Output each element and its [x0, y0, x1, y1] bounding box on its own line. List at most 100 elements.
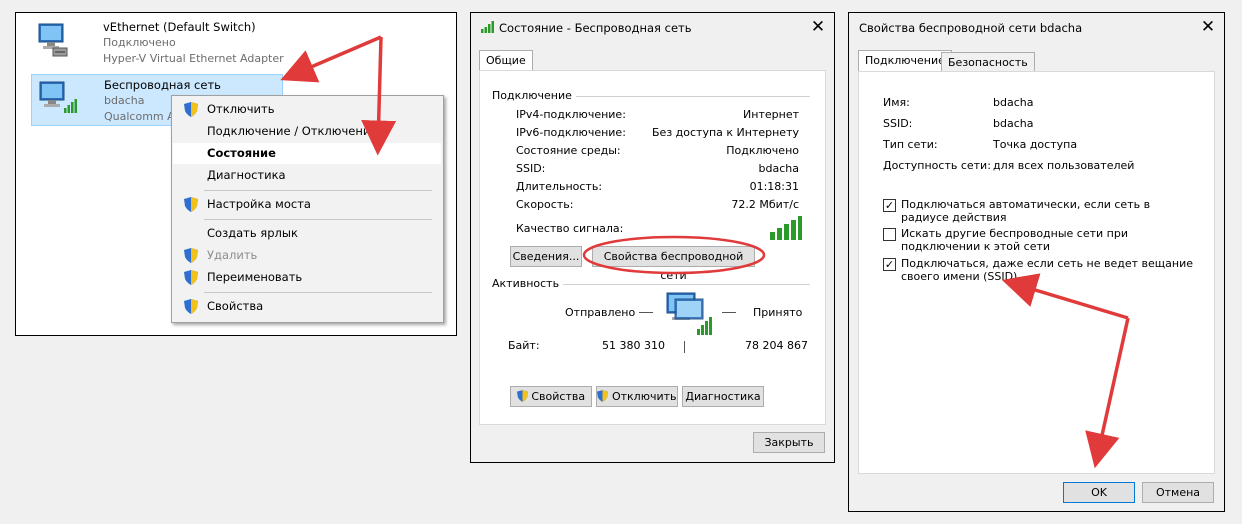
menu-item-delete: Удалить [173, 245, 441, 266]
sent-label: Отправлено [565, 306, 636, 319]
field-value: bdacha [993, 117, 1034, 130]
field-label: Доступность сети: [883, 159, 991, 172]
checkbox-label: Искать другие беспроводные сети при подк… [901, 227, 1128, 253]
uac-shield-icon [184, 197, 198, 212]
uac-shield-icon [516, 390, 528, 402]
cancel-button[interactable]: Отмена [1142, 482, 1214, 503]
field-label: Тип сети: [883, 138, 938, 151]
checkbox-search-other[interactable] [883, 228, 896, 241]
dialog-title-text: Состояние - Беспроводная сеть [499, 21, 692, 35]
menu-item-rename[interactable]: Переименовать [173, 267, 441, 288]
context-menu: Отключить Подключение / Отключение Состо… [171, 95, 444, 323]
row-value: 72.2 Мбит/с [731, 198, 799, 211]
menu-item-create-shortcut[interactable]: Создать ярлык [173, 223, 441, 244]
field-value: bdacha [993, 96, 1034, 109]
row-label: IPv4-подключение: [516, 108, 626, 121]
ok-button[interactable]: OK [1063, 482, 1135, 503]
menu-separator [204, 292, 432, 293]
checkbox-auto-connect[interactable]: ✓ [883, 199, 896, 212]
wireless-properties-dialog: Свойства беспроводной сети bdacha ✕ Подк… [848, 12, 1225, 512]
field-label: Имя: [883, 96, 910, 109]
received-label: Принято [753, 306, 803, 319]
received-line [722, 312, 736, 313]
tab-general[interactable]: Общие [479, 50, 533, 72]
wireless-signal-icon [481, 21, 494, 33]
group-label: Подключение [492, 89, 576, 102]
menu-separator [204, 219, 432, 220]
row-label: Состояние среды: [516, 144, 621, 157]
row-label: IPv6-подключение: [516, 126, 626, 139]
tab-pane: Подключение IPv4-подключение: Интернет I… [479, 70, 826, 425]
disconnect-button[interactable]: Отключить [596, 386, 678, 407]
group-connection: Подключение [492, 89, 810, 102]
menu-item-bridge[interactable]: Настройка моста [173, 194, 441, 215]
uac-shield-icon [597, 390, 609, 402]
menu-item-diagnostics[interactable]: Диагностика [173, 165, 441, 186]
menu-item-label: Отключить [207, 102, 275, 116]
network-activity-icon [666, 292, 712, 335]
menu-item-label: Удалить [207, 248, 258, 262]
menu-item-status[interactable]: Состояние [173, 143, 441, 164]
checkbox-label: Подключаться, даже если сеть не ведет ве… [901, 257, 1193, 283]
connection-status: bdacha [104, 94, 145, 107]
bytes-received: 78 204 867 [745, 339, 808, 352]
menu-item-connect-disconnect[interactable]: Подключение / Отключение [173, 121, 441, 142]
signal-bars-icon [770, 216, 802, 240]
group-label: Активность [492, 277, 564, 290]
uac-shield-icon [184, 248, 198, 263]
wireless-adapter-icon [39, 81, 77, 113]
details-button[interactable]: Сведения... [510, 246, 582, 267]
row-label: SSID: [516, 162, 546, 175]
uac-shield-icon [184, 102, 198, 117]
bytes-label: Байт: [508, 339, 540, 352]
network-adapter-icon [38, 23, 68, 57]
connection-status: Подключено [103, 36, 176, 49]
row-value: Без доступа к Интернету [652, 126, 799, 139]
bytes-sent: 51 380 310 [602, 339, 665, 352]
connection-name: Беспроводная сеть [104, 78, 221, 92]
signal-quality-label: Качество сигнала: [516, 222, 624, 235]
row-value: bdacha [758, 162, 799, 175]
properties-button[interactable]: Свойства [510, 386, 592, 407]
field-value: для всех пользователей [993, 159, 1135, 172]
tab-pane: Имя: bdacha SSID: bdacha Тип сети: Точка… [858, 71, 1215, 474]
row-label: Скорость: [516, 198, 574, 211]
connection-adapter: Hyper-V Virtual Ethernet Adapter [103, 52, 284, 65]
field-label: SSID: [883, 117, 913, 130]
field-value: Точка доступа [993, 138, 1078, 151]
menu-item-label: Свойства [207, 299, 264, 313]
uac-shield-icon [184, 270, 198, 285]
row-value: 01:18:31 [749, 180, 799, 193]
sent-line [639, 312, 653, 313]
group-activity: Активность [492, 277, 810, 290]
connection-vethernet[interactable]: vEthernet (Default Switch) Подключено Hy… [31, 17, 284, 67]
row-value: Интернет [743, 108, 799, 121]
tab-connection[interactable]: Подключение [858, 50, 952, 72]
menu-item-label: Создать ярлык [207, 226, 298, 240]
wireless-properties-button[interactable]: Свойства беспроводной сети [592, 246, 755, 282]
close-icon[interactable]: ✕ [805, 16, 831, 38]
close-button[interactable]: Закрыть [753, 432, 825, 453]
dialog-title: Состояние - Беспроводная сеть [481, 21, 692, 35]
menu-item-label: Переименовать [207, 270, 303, 284]
uac-shield-icon [184, 299, 198, 314]
row-label: Длительность: [516, 180, 603, 193]
menu-item-label: Подключение / Отключение [207, 124, 378, 138]
activity-divider [684, 341, 685, 353]
connection-name: vEthernet (Default Switch) [103, 20, 256, 34]
close-icon[interactable]: ✕ [1195, 16, 1221, 38]
menu-item-disable[interactable]: Отключить [173, 99, 441, 120]
button-label: Свойства [531, 390, 586, 403]
status-dialog: Состояние - Беспроводная сеть ✕ Общие По… [470, 12, 835, 463]
checkbox-hidden-ssid[interactable]: ✓ [883, 258, 896, 271]
row-value: Подключено [726, 144, 799, 157]
menu-item-label: Настройка моста [207, 197, 311, 211]
diagnose-button[interactable]: Диагностика [682, 386, 764, 407]
dialog-title: Свойства беспроводной сети bdacha [859, 21, 1083, 35]
menu-item-properties[interactable]: Свойства [173, 296, 441, 317]
tab-security[interactable]: Безопасность [941, 52, 1035, 72]
menu-separator [204, 190, 432, 191]
menu-item-label: Диагностика [207, 168, 286, 182]
button-label: Отключить [611, 390, 677, 403]
menu-item-label: Состояние [207, 146, 276, 160]
